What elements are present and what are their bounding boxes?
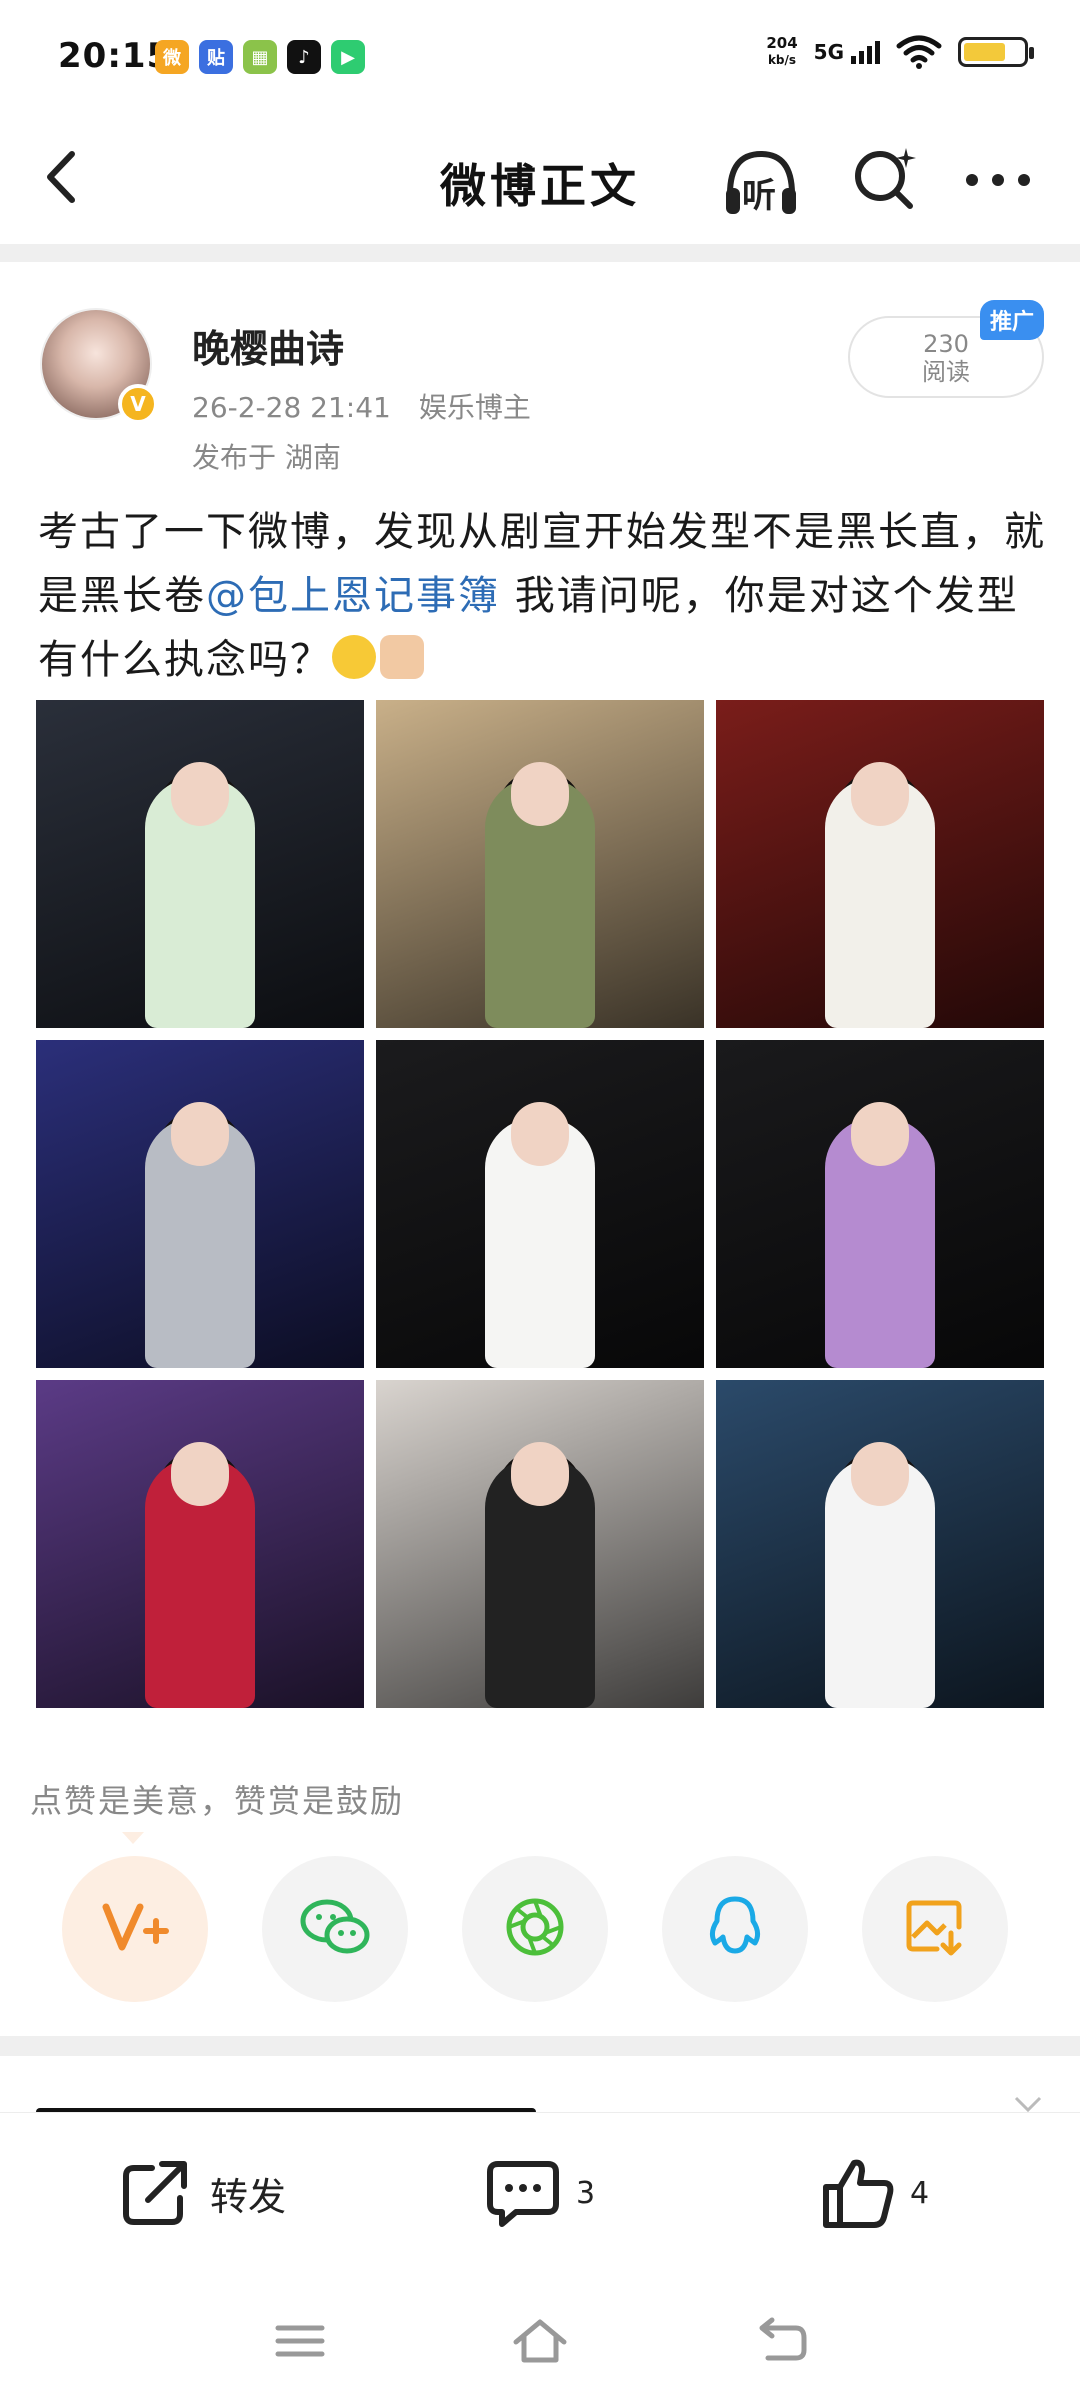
top-nav-bar: 微博正文 听 bbox=[0, 120, 1080, 240]
praying-hands-emoji-icon bbox=[380, 635, 424, 679]
post-meta: 26-2-28 21:41 娱乐博主 bbox=[192, 386, 531, 426]
home-icon[interactable] bbox=[510, 2316, 570, 2366]
status-app-icons: 微贴 ▦ ♪ ▶ bbox=[155, 40, 365, 74]
video-play-icon: ▶ bbox=[331, 40, 365, 74]
reward-vplus-icon bbox=[100, 1897, 170, 1961]
photo-thumbnail[interactable] bbox=[376, 1040, 704, 1368]
comment-button[interactable]: 3 bbox=[484, 2153, 595, 2233]
wechat-icon bbox=[297, 1895, 373, 1963]
read-label: 阅读 bbox=[922, 358, 970, 386]
photo-thumbnail[interactable] bbox=[376, 700, 704, 1028]
like-hint-text: 点赞是美意，赞赏是鼓励 bbox=[30, 1782, 405, 1820]
photo-grid bbox=[36, 700, 1044, 1708]
author-tag: 娱乐博主 bbox=[418, 391, 531, 424]
more-options-icon[interactable] bbox=[960, 150, 1036, 210]
post-body: 考古了一下微博，发现从剧宣开始发型不是黑长直，就是黑长卷@包上恩记事簿 我请问呢… bbox=[38, 509, 1046, 683]
photo-thumbnail[interactable] bbox=[716, 1040, 1044, 1368]
shy-face-emoji-icon bbox=[332, 635, 376, 679]
like-count: 4 bbox=[910, 2175, 930, 2211]
status-bar: 20:15 微贴 ▦ ♪ ▶ 204 kb/s 5G bbox=[0, 0, 1080, 120]
tiktok-icon: ♪ bbox=[287, 40, 321, 74]
photo-thumbnail[interactable] bbox=[376, 1380, 704, 1708]
signal-icon: 5G bbox=[814, 40, 880, 64]
qq-share-button[interactable] bbox=[662, 1856, 808, 2002]
photo-thumbnail[interactable] bbox=[716, 1380, 1044, 1708]
post-location: 发布于 湖南 bbox=[192, 441, 341, 474]
photo-thumbnail[interactable] bbox=[36, 700, 364, 1028]
listen-button[interactable]: 听 bbox=[720, 142, 802, 224]
listen-label: 听 bbox=[742, 176, 776, 216]
bottom-action-bar: 转发 3 4 bbox=[0, 2112, 1080, 2280]
section-divider bbox=[0, 244, 1080, 262]
back-icon[interactable] bbox=[752, 2316, 812, 2366]
moments-share-button[interactable] bbox=[462, 1856, 608, 2002]
save-image-share-button[interactable] bbox=[862, 1856, 1008, 2002]
photo-thumbnail[interactable] bbox=[716, 700, 1044, 1028]
photo-thumbnail[interactable] bbox=[36, 1380, 364, 1708]
repost-icon bbox=[123, 2161, 187, 2225]
section-divider bbox=[0, 2036, 1080, 2056]
share-row bbox=[62, 1856, 1042, 2002]
weibo-icon: 微 bbox=[155, 40, 189, 74]
qq-icon bbox=[705, 1893, 765, 1965]
thumbs-up-icon bbox=[823, 2159, 894, 2228]
tieba-icon: 贴 bbox=[199, 40, 233, 74]
save-image-icon bbox=[903, 1895, 967, 1963]
reward-vplus-share-button[interactable] bbox=[62, 1856, 208, 2002]
battery-icon bbox=[958, 37, 1034, 67]
promo-tag[interactable]: 推广 bbox=[980, 300, 1044, 340]
author-name[interactable]: 晚樱曲诗 bbox=[192, 318, 344, 373]
hint-pointer-icon bbox=[122, 1832, 144, 1844]
photo-thumbnail[interactable] bbox=[36, 1040, 364, 1368]
status-right: 204 kb/s 5G bbox=[766, 34, 1034, 70]
repost-button[interactable]: 转发 bbox=[118, 2153, 286, 2233]
search-icon[interactable] bbox=[848, 142, 920, 214]
moments-icon bbox=[501, 1893, 569, 1965]
wechat-share-button[interactable] bbox=[262, 1856, 408, 2002]
comment-count: 3 bbox=[576, 2175, 596, 2211]
wifi-icon bbox=[896, 35, 942, 69]
menu-icon[interactable] bbox=[270, 2316, 330, 2366]
like-button[interactable]: 4 bbox=[820, 2153, 929, 2233]
system-nav-bar bbox=[0, 2280, 1080, 2400]
repost-label: 转发 bbox=[210, 2174, 287, 2219]
comment-icon bbox=[487, 2161, 559, 2227]
calendar-icon: ▦ bbox=[243, 40, 277, 74]
mention-link[interactable]: @包上恩记事簿 bbox=[206, 573, 500, 619]
net-speed: 204 kb/s bbox=[766, 34, 798, 68]
post-date: 26-2-28 21:41 bbox=[192, 391, 391, 424]
verified-badge-icon: V bbox=[118, 384, 158, 424]
